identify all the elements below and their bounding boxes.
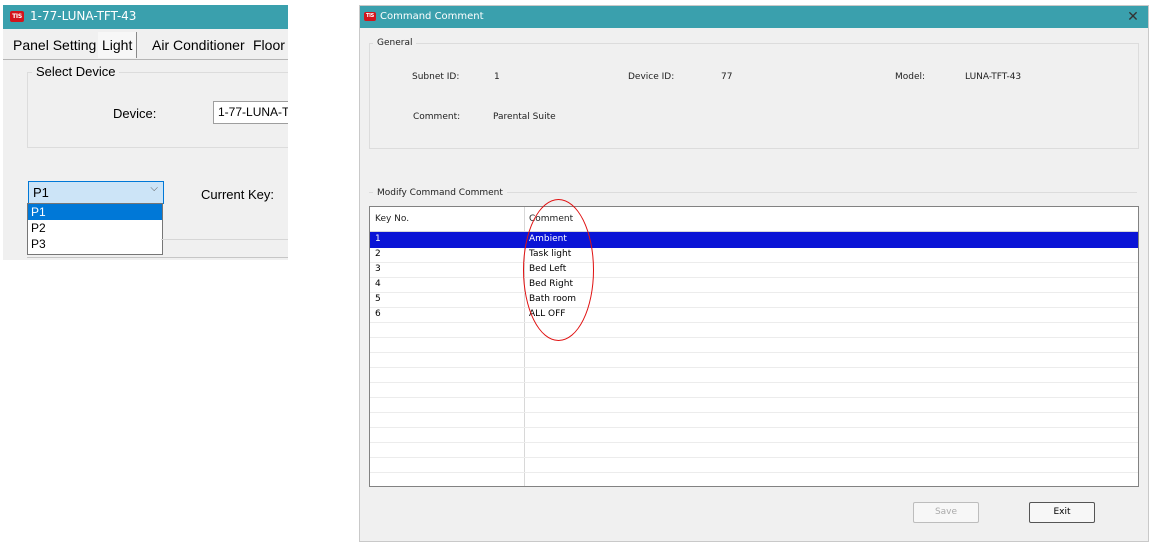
model-value: LUNA-TFT-43: [965, 72, 1022, 82]
device-id-value: 77: [721, 72, 733, 82]
key-no-cell: 3: [375, 264, 381, 274]
tab-bar: Panel Setting Light Air Conditioner Floo…: [3, 31, 288, 60]
comment-label: Comment:: [413, 112, 461, 122]
key-no-cell: 2: [375, 249, 381, 259]
command-comment-dialog: TIS Command Comment ✕ General Subnet ID:…: [359, 5, 1149, 542]
close-button[interactable]: ✕: [1124, 8, 1142, 26]
main-window: TIS 1-77-LUNA-TFT-43 Panel Setting Light…: [3, 5, 288, 260]
main-title-bar[interactable]: TIS 1-77-LUNA-TFT-43: [3, 5, 288, 29]
model-label: Model:: [895, 72, 926, 82]
dropdown-option-p1[interactable]: P1: [28, 204, 162, 220]
dialog-title-bar[interactable]: TIS Command Comment ✕: [360, 6, 1148, 28]
annotation-ellipse: [523, 199, 594, 341]
table-row[interactable]: 3 Bed Left: [370, 262, 1138, 278]
tab-light[interactable]: Light: [98, 32, 138, 58]
dropdown-option-p3[interactable]: P3: [28, 236, 162, 252]
modify-group-label: Modify Command Comment: [373, 188, 507, 198]
select-device-label: Select Device: [32, 64, 120, 79]
table-row[interactable]: [370, 397, 1138, 413]
panel-combobox[interactable]: P1 ⌵: [28, 181, 164, 204]
divider: [27, 257, 288, 258]
subnet-id-value: 1: [494, 72, 500, 82]
comment-table[interactable]: Key No. Comment 1 Ambient 2 Task light 3 Bed …: [369, 206, 1139, 487]
table-row[interactable]: [370, 442, 1138, 458]
device-label: Device:: [113, 106, 157, 121]
save-button[interactable]: Save: [913, 502, 979, 523]
key-no-cell: 5: [375, 294, 381, 304]
column-header-key-no[interactable]: Key No.: [375, 214, 409, 224]
table-row[interactable]: 6 ALL OFF: [370, 307, 1138, 323]
tab-floor[interactable]: Floor: [249, 32, 288, 58]
table-row[interactable]: [370, 472, 1138, 486]
key-no-cell: 1: [375, 234, 381, 244]
general-group-label: General: [373, 38, 417, 48]
table-row[interactable]: 1 Ambient: [370, 232, 1138, 248]
dialog-title: Command Comment: [380, 11, 484, 22]
app-logo-icon: TIS: [10, 11, 24, 22]
table-row[interactable]: 5 Bath room: [370, 292, 1138, 308]
dropdown-option-p2[interactable]: P2: [28, 220, 162, 236]
panel-combobox-value: P1: [33, 185, 49, 200]
table-row[interactable]: [370, 337, 1138, 353]
key-no-cell: 4: [375, 279, 381, 289]
table-row[interactable]: [370, 352, 1138, 368]
tab-air-conditioner[interactable]: Air Conditioner: [148, 32, 250, 58]
chevron-down-icon: ⌵: [150, 183, 158, 194]
device-value: 1-77-LUNA-T: [218, 105, 288, 119]
subnet-id-label: Subnet ID:: [412, 72, 460, 82]
panel-dropdown-list: P1 P2 P3: [27, 203, 163, 255]
table-header: Key No. Comment: [370, 207, 1138, 232]
device-combobox[interactable]: 1-77-LUNA-T: [213, 101, 288, 124]
table-row[interactable]: [370, 457, 1138, 473]
table-row[interactable]: 4 Bed Right: [370, 277, 1138, 293]
table-row[interactable]: [370, 322, 1138, 338]
device-id-label: Device ID:: [628, 72, 675, 82]
comment-value: Parental Suite: [493, 112, 556, 122]
table-row[interactable]: [370, 412, 1138, 428]
key-no-cell: 6: [375, 309, 381, 319]
app-logo-icon: TIS: [364, 12, 376, 21]
table-row[interactable]: [370, 367, 1138, 383]
table-row[interactable]: 2 Task light: [370, 247, 1138, 263]
table-row[interactable]: [370, 382, 1138, 398]
tab-panel-setting[interactable]: Panel Setting: [9, 32, 102, 58]
divider: [161, 239, 288, 240]
window-title: 1-77-LUNA-TFT-43: [30, 9, 137, 23]
exit-button[interactable]: Exit: [1029, 502, 1095, 523]
general-group: [369, 43, 1139, 149]
table-row[interactable]: [370, 427, 1138, 443]
current-key-label: Current Key:: [201, 187, 274, 202]
